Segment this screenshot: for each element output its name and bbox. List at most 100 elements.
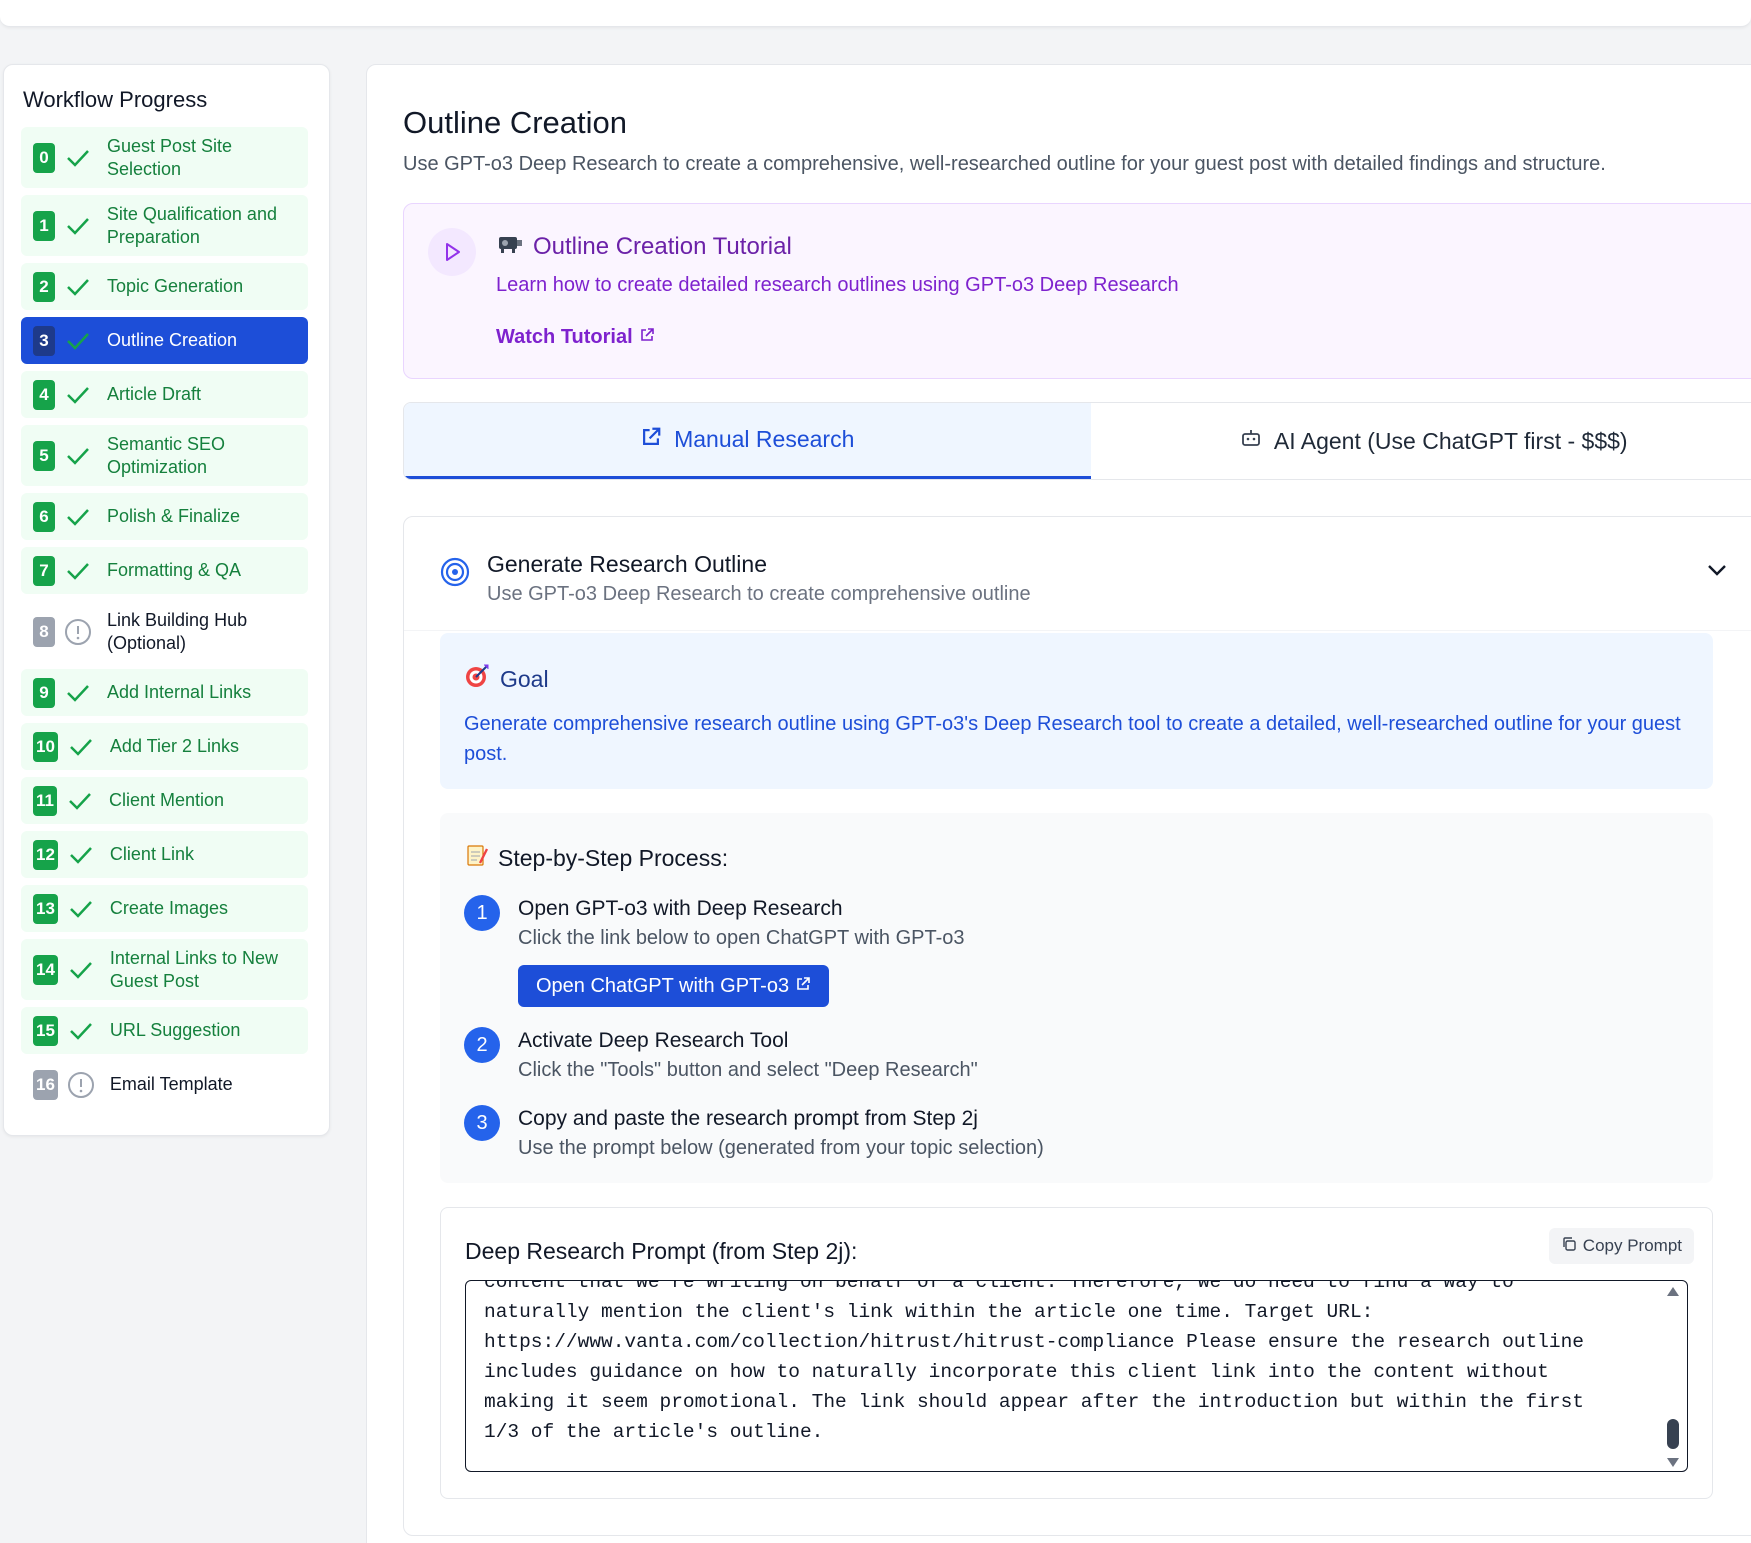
open-chatgpt-button[interactable]: Open ChatGPT with GPT-o3 — [518, 965, 830, 1007]
sidebar-step-9[interactable]: 9 Add Internal Links — [21, 669, 308, 716]
page-description: Use GPT-o3 Deep Research to create a com… — [403, 153, 1606, 175]
sidebar-step-3[interactable]: 3 Outline Creation — [21, 317, 308, 364]
copy-prompt-button[interactable]: Copy Prompt — [1548, 1228, 1694, 1264]
tab-manual-label: Manual Research — [674, 426, 855, 452]
research-prompt-box: Deep Research Prompt (from Step 2j): Cop… — [440, 1207, 1713, 1499]
textarea-scrollbar[interactable] — [1665, 1287, 1681, 1467]
research-outline-card: Generate Research Outline Use GPT-o3 Dee… — [403, 516, 1751, 1536]
check-icon — [66, 1016, 96, 1046]
step-number-badge: 1 — [464, 895, 500, 931]
tutorial-title-row: Outline Creation Tutorial — [497, 232, 792, 261]
step-number: 13 — [33, 893, 58, 924]
tab-ai-agent-label: AI Agent (Use ChatGPT first - $$$) — [1273, 427, 1628, 454]
step-label: Add Tier 2 Links — [109, 736, 239, 756]
check-icon — [63, 326, 93, 356]
step-number: 0 — [33, 142, 55, 173]
sidebar-step-11[interactable]: 11 Client Mention — [21, 777, 308, 824]
goal-title-row: Goal — [464, 663, 549, 695]
step-label: Create Images — [109, 898, 228, 918]
card-title: Generate Research Outline — [487, 551, 767, 577]
scroll-up-arrow-icon[interactable] — [1667, 1287, 1679, 1296]
play-icon[interactable] — [428, 228, 476, 276]
sidebar-step-10[interactable]: 10 Add Tier 2 Links — [21, 723, 308, 770]
step-number: 1 — [33, 210, 55, 241]
sidebar-step-7[interactable]: 7 Formatting & QA — [21, 547, 308, 594]
sidebar-step-15[interactable]: 15 URL Suggestion — [21, 1007, 308, 1054]
check-icon — [63, 380, 93, 410]
step-number: 2 — [33, 271, 55, 302]
step-number: 15 — [33, 1015, 58, 1046]
page-title: Outline Creation — [403, 105, 628, 140]
scroll-thumb[interactable] — [1667, 1419, 1679, 1449]
process-step-desc: Click the link below to open ChatGPT wit… — [518, 927, 965, 949]
step-number: 14 — [33, 954, 58, 985]
step-label: Formatting & QA — [107, 560, 242, 580]
goal-box: Goal Generate comprehensive research out… — [440, 633, 1713, 789]
tab-manual-research[interactable]: Manual Research — [404, 403, 1091, 479]
scroll-down-arrow-icon[interactable] — [1667, 1458, 1679, 1467]
step-number: 16 — [33, 1069, 58, 1100]
check-icon — [63, 502, 93, 532]
step-label: URL Suggestion — [109, 1020, 241, 1040]
card-subtitle: Use GPT-o3 Deep Research to create compr… — [487, 583, 1031, 605]
step-number: 6 — [33, 501, 55, 532]
sidebar-step-0[interactable]: 0 Guest Post Site Selection — [21, 127, 308, 188]
main-panel: Outline Creation Use GPT-o3 Deep Researc… — [366, 64, 1751, 1543]
projector-icon — [497, 232, 523, 261]
external-link-icon — [795, 975, 811, 998]
process-title-row: Step-by-Step Process: — [466, 843, 728, 873]
process-step-title: Open GPT-o3 with Deep Research — [518, 897, 843, 920]
goal-title: Goal — [500, 665, 549, 692]
step-number: 9 — [33, 677, 55, 708]
step-number: 11 — [33, 785, 57, 816]
check-icon — [63, 272, 93, 302]
step-number: 12 — [33, 839, 58, 870]
check-icon — [66, 894, 96, 924]
step-label: Outline Creation — [107, 330, 238, 350]
step-label: Polish & Finalize — [107, 506, 241, 526]
step-label: Client Link — [109, 844, 194, 864]
memo-icon — [466, 843, 489, 873]
card-header[interactable]: Generate Research Outline Use GPT-o3 Dee… — [404, 517, 1751, 631]
sidebar-title: Workflow Progress — [23, 87, 208, 112]
sidebar-step-13[interactable]: 13 Create Images — [21, 885, 308, 932]
open-chatgpt-label: Open ChatGPT with GPT-o3 — [536, 974, 790, 997]
process-box: Step-by-Step Process: 1 Open GPT-o3 with… — [440, 813, 1713, 1183]
step-number: 8 — [33, 616, 55, 647]
sidebar-step-12[interactable]: 12 Client Link — [21, 831, 308, 878]
check-icon — [63, 143, 93, 173]
step-label: Semantic SEO Optimization — [107, 433, 226, 477]
tab-ai-agent[interactable]: AI Agent (Use ChatGPT first - $$$) — [1090, 403, 1751, 479]
check-icon — [63, 556, 93, 586]
sidebar-step-16[interactable]: 16 Email Template — [21, 1061, 308, 1108]
workflow-sidebar: Workflow Progress 0 Guest Post Site Sele… — [3, 64, 330, 1136]
sidebar-step-5[interactable]: 5 Semantic SEO Optimization — [21, 425, 308, 486]
sidebar-step-8[interactable]: 8 Link Building Hub (Optional) — [21, 601, 308, 662]
external-link-icon — [639, 326, 655, 349]
tutorial-banner: Outline Creation Tutorial Learn how to c… — [403, 203, 1751, 379]
alert-circle-icon — [63, 617, 93, 647]
copy-icon — [1561, 1236, 1577, 1257]
sidebar-step-1[interactable]: 1 Site Qualification and Preparation — [21, 195, 308, 256]
chevron-down-icon[interactable] — [1707, 563, 1727, 582]
prompt-textarea[interactable]: content that we're writing on behalf of … — [465, 1280, 1688, 1472]
watch-tutorial-link[interactable]: Watch Tutorial — [496, 326, 655, 349]
sidebar-step-4[interactable]: 4 Article Draft — [21, 371, 308, 418]
check-icon — [63, 211, 93, 241]
process-step-desc: Use the prompt below (generated from you… — [518, 1137, 1044, 1159]
step-label: Article Draft — [107, 384, 202, 404]
process-step-title: Copy and paste the research prompt from … — [518, 1107, 978, 1130]
step-number-badge: 3 — [464, 1105, 500, 1141]
step-number-badge: 2 — [464, 1027, 500, 1063]
tutorial-description: Learn how to create detailed research ou… — [496, 274, 1179, 296]
process-title: Step-by-Step Process: — [498, 844, 729, 871]
sidebar-step-14[interactable]: 14 Internal Links to New Guest Post — [21, 939, 308, 1000]
research-mode-tabs: Manual Research AI Agent (Use ChatGPT fi… — [403, 402, 1751, 480]
step-label: Topic Generation — [107, 276, 244, 296]
sidebar-step-6[interactable]: 6 Polish & Finalize — [21, 493, 308, 540]
check-icon — [66, 732, 96, 762]
step-number: 10 — [33, 731, 58, 762]
step-number: 3 — [33, 325, 55, 356]
sidebar-step-2[interactable]: 2 Topic Generation — [21, 263, 308, 310]
process-step-title: Activate Deep Research Tool — [518, 1029, 789, 1052]
